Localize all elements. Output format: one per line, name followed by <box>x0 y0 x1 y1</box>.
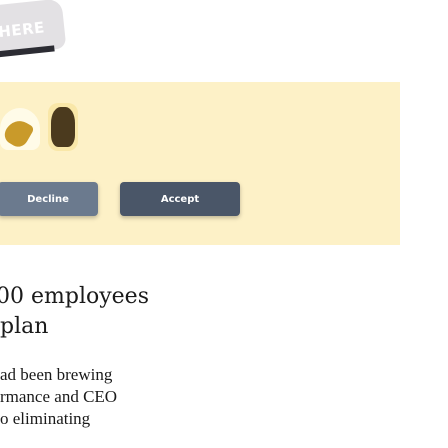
illustration-shape <box>1 115 35 151</box>
accept-button[interactable]: Accept <box>120 182 240 216</box>
hero-image: HERE Decline Accept <box>0 0 400 245</box>
illustration-figure-right <box>48 103 78 151</box>
cookie-consent-bar: Decline Accept <box>0 182 400 222</box>
article-summary: ad been brewing rmance and CEO o elimina… <box>0 365 118 428</box>
illustration-figure-left <box>0 108 40 151</box>
article-headline[interactable]: 00 employees plan <box>0 282 440 342</box>
sign-strip <box>0 45 55 58</box>
sign-text: HERE <box>0 18 46 42</box>
illustration-shape <box>51 107 75 147</box>
hero-image-top: HERE <box>0 0 400 82</box>
decline-button[interactable]: Decline <box>0 182 98 216</box>
here-sign-illustration: HERE <box>0 0 67 58</box>
